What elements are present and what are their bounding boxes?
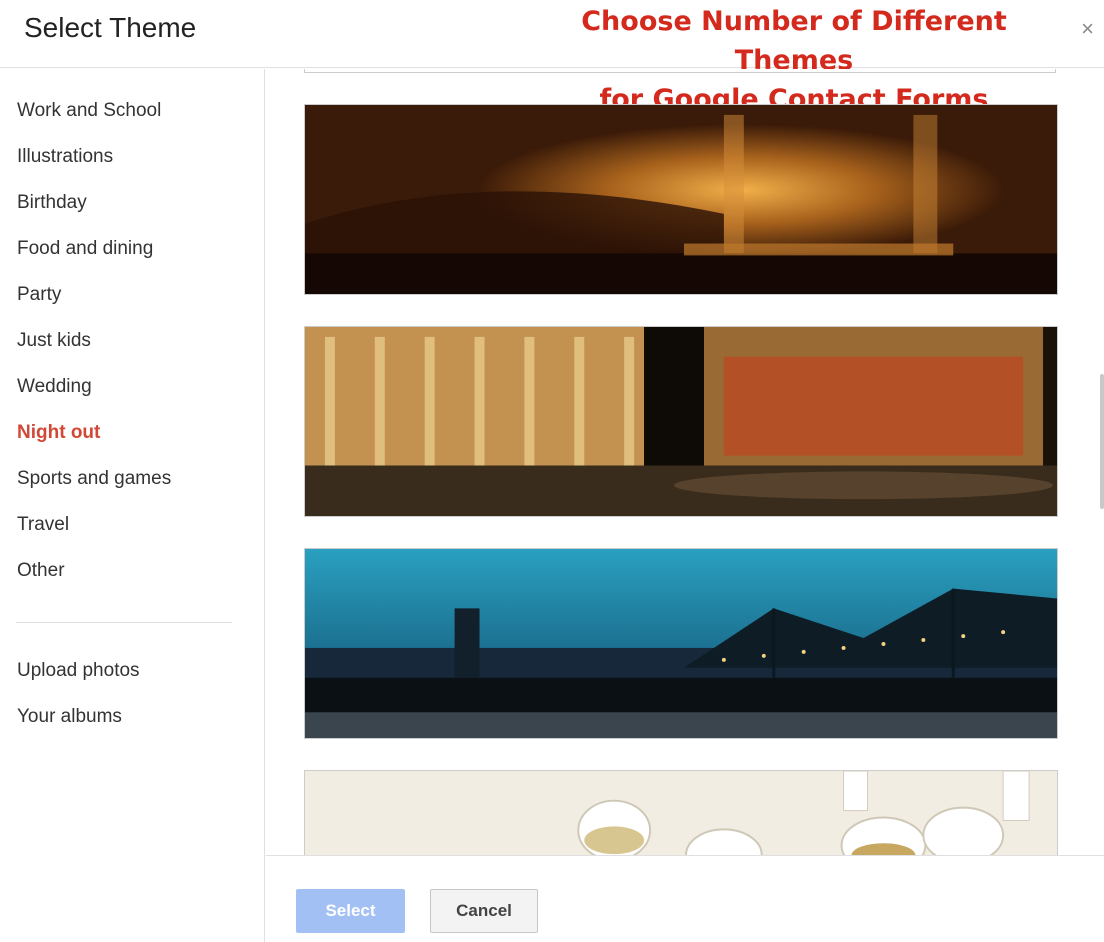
dialog-footer: Select Cancel (266, 855, 1104, 942)
sidebar-item-travel[interactable]: Travel (17, 512, 69, 538)
sidebar-item-upload-photos[interactable]: Upload photos (17, 658, 140, 684)
close-icon[interactable]: × (1081, 16, 1094, 42)
theme-gallery[interactable] (266, 69, 1104, 855)
sidebar-item-night-out[interactable]: Night out (17, 420, 100, 446)
theme-thumbnail-bridge[interactable] (304, 548, 1058, 739)
sidebar-divider (16, 622, 232, 623)
champagne-image (305, 771, 1057, 855)
sidebar-item-food-and-dining[interactable]: Food and dining (17, 236, 153, 262)
bridge-image (305, 549, 1057, 738)
gallery-scrollbar[interactable] (1100, 374, 1104, 509)
dialog-header: Select Theme Choose Number of Different … (0, 0, 1104, 115)
sidebar-item-just-kids[interactable]: Just kids (17, 328, 91, 354)
sidebar-item-work-and-school[interactable]: Work and School (17, 98, 161, 124)
sidebar-item-other[interactable]: Other (17, 558, 65, 584)
sidebar-item-sports-and-games[interactable]: Sports and games (17, 466, 171, 492)
theme-thumbnail-theater[interactable] (304, 104, 1058, 295)
select-button[interactable]: Select (296, 889, 405, 933)
category-sidebar: Work and School Illustrations Birthday F… (0, 69, 265, 942)
previous-theme-edge (304, 69, 1056, 73)
sidebar-item-illustrations[interactable]: Illustrations (17, 144, 113, 170)
select-theme-dialog: Select Theme Choose Number of Different … (0, 0, 1104, 942)
sidebar-item-party[interactable]: Party (17, 282, 61, 308)
theater-image (305, 105, 1057, 294)
sidebar-item-wedding[interactable]: Wedding (17, 374, 92, 400)
sidebar-item-your-albums[interactable]: Your albums (17, 704, 122, 730)
dialog-title: Select Theme (24, 12, 197, 43)
plaza-image (305, 327, 1057, 516)
theme-thumbnail-champagne[interactable] (304, 770, 1058, 855)
cancel-button[interactable]: Cancel (430, 889, 538, 933)
theme-thumbnail-plaza[interactable] (304, 326, 1058, 517)
sidebar-item-birthday[interactable]: Birthday (17, 190, 87, 216)
